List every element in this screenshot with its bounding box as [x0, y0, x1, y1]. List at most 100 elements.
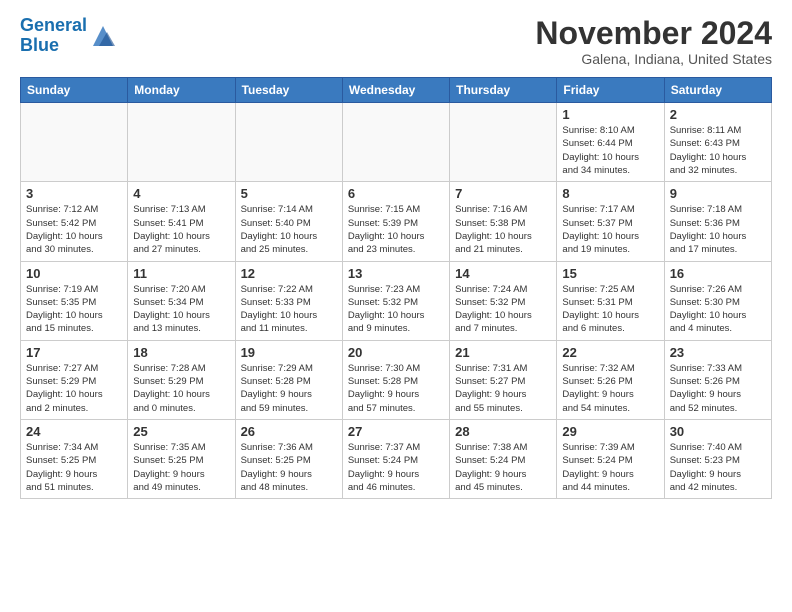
- day-number: 11: [133, 266, 229, 281]
- weekday-header-tuesday: Tuesday: [235, 78, 342, 103]
- day-info: Sunrise: 7:35 AM Sunset: 5:25 PM Dayligh…: [133, 441, 229, 494]
- weekday-header-friday: Friday: [557, 78, 664, 103]
- month-title: November 2024: [535, 16, 772, 51]
- location: Galena, Indiana, United States: [535, 51, 772, 67]
- day-info: Sunrise: 7:30 AM Sunset: 5:28 PM Dayligh…: [348, 362, 444, 415]
- day-info: Sunrise: 7:18 AM Sunset: 5:36 PM Dayligh…: [670, 203, 766, 256]
- day-number: 1: [562, 107, 658, 122]
- calendar-cell: 23 Sunrise: 7:33 AM Sunset: 5:26 PM Dayli…: [664, 340, 771, 419]
- calendar-cell: [235, 103, 342, 182]
- calendar-cell: 5 Sunrise: 7:14 AM Sunset: 5:40 PM Daylig…: [235, 182, 342, 261]
- calendar-cell: 28Sunrise: 7:38 AM Sunset: 5:24 PM Dayli…: [450, 419, 557, 498]
- calendar-cell: 14Sunrise: 7:24 AM Sunset: 5:32 PM Dayli…: [450, 261, 557, 340]
- day-info: Sunrise: 7:15 AM Sunset: 5:39 PM Dayligh…: [348, 203, 444, 256]
- day-number: 27: [348, 424, 444, 439]
- calendar-cell: [128, 103, 235, 182]
- day-number: 8: [562, 186, 658, 201]
- day-info: Sunrise: 7:24 AM Sunset: 5:32 PM Dayligh…: [455, 283, 551, 336]
- weekday-header-wednesday: Wednesday: [342, 78, 449, 103]
- calendar-cell: 25 Sunrise: 7:35 AM Sunset: 5:25 PM Dayli…: [128, 419, 235, 498]
- day-number: 25: [133, 424, 229, 439]
- day-info: Sunrise: 7:16 AM Sunset: 5:38 PM Dayligh…: [455, 203, 551, 256]
- calendar-cell: [342, 103, 449, 182]
- day-number: 29: [562, 424, 658, 439]
- title-block: November 2024 Galena, Indiana, United St…: [535, 16, 772, 67]
- calendar-cell: 1 Sunrise: 8:10 AM Sunset: 6:44 PM Daylig…: [557, 103, 664, 182]
- day-info: Sunrise: 7:33 AM Sunset: 5:26 PM Dayligh…: [670, 362, 766, 415]
- calendar-cell: 29 Sunrise: 7:39 AM Sunset: 5:24 PM Dayli…: [557, 419, 664, 498]
- calendar-cell: 13 Sunrise: 7:23 AM Sunset: 5:32 PM Dayli…: [342, 261, 449, 340]
- calendar-cell: 19 Sunrise: 7:29 AM Sunset: 5:28 PM Dayli…: [235, 340, 342, 419]
- calendar-cell: 20 Sunrise: 7:30 AM Sunset: 5:28 PM Dayli…: [342, 340, 449, 419]
- calendar-week-2: 3 Sunrise: 7:12 AM Sunset: 5:42 PM Daylig…: [21, 182, 772, 261]
- day-info: Sunrise: 7:32 AM Sunset: 5:26 PM Dayligh…: [562, 362, 658, 415]
- calendar-cell: 6Sunrise: 7:15 AM Sunset: 5:39 PM Daylig…: [342, 182, 449, 261]
- day-info: Sunrise: 7:40 AM Sunset: 5:23 PM Dayligh…: [670, 441, 766, 494]
- page: General Blue November 2024 Galena, India…: [0, 0, 792, 515]
- day-info: Sunrise: 7:17 AM Sunset: 5:37 PM Dayligh…: [562, 203, 658, 256]
- day-info: Sunrise: 8:11 AM Sunset: 6:43 PM Dayligh…: [670, 124, 766, 177]
- weekday-header-monday: Monday: [128, 78, 235, 103]
- day-info: Sunrise: 7:27 AM Sunset: 5:29 PM Dayligh…: [26, 362, 122, 415]
- logo-blue: Blue: [20, 35, 59, 55]
- calendar-cell: 4 Sunrise: 7:13 AM Sunset: 5:41 PM Daylig…: [128, 182, 235, 261]
- day-number: 21: [455, 345, 551, 360]
- calendar-cell: 15 Sunrise: 7:25 AM Sunset: 5:31 PM Dayli…: [557, 261, 664, 340]
- day-number: 16: [670, 266, 766, 281]
- day-info: Sunrise: 7:20 AM Sunset: 5:34 PM Dayligh…: [133, 283, 229, 336]
- day-number: 22: [562, 345, 658, 360]
- calendar-cell: 3 Sunrise: 7:12 AM Sunset: 5:42 PM Daylig…: [21, 182, 128, 261]
- day-number: 7: [455, 186, 551, 201]
- logo-general: General: [20, 15, 87, 35]
- calendar-cell: [21, 103, 128, 182]
- day-info: Sunrise: 7:37 AM Sunset: 5:24 PM Dayligh…: [348, 441, 444, 494]
- day-number: 19: [241, 345, 337, 360]
- calendar-cell: 16 Sunrise: 7:26 AM Sunset: 5:30 PM Dayli…: [664, 261, 771, 340]
- day-number: 3: [26, 186, 122, 201]
- calendar-cell: 10Sunrise: 7:19 AM Sunset: 5:35 PM Dayli…: [21, 261, 128, 340]
- day-info: Sunrise: 7:13 AM Sunset: 5:41 PM Dayligh…: [133, 203, 229, 256]
- day-number: 5: [241, 186, 337, 201]
- day-info: Sunrise: 7:29 AM Sunset: 5:28 PM Dayligh…: [241, 362, 337, 415]
- day-number: 4: [133, 186, 229, 201]
- day-info: Sunrise: 7:26 AM Sunset: 5:30 PM Dayligh…: [670, 283, 766, 336]
- day-info: Sunrise: 7:12 AM Sunset: 5:42 PM Dayligh…: [26, 203, 122, 256]
- calendar-cell: 8 Sunrise: 7:17 AM Sunset: 5:37 PM Daylig…: [557, 182, 664, 261]
- calendar-cell: [450, 103, 557, 182]
- day-number: 18: [133, 345, 229, 360]
- calendar-week-5: 24Sunrise: 7:34 AM Sunset: 5:25 PM Dayli…: [21, 419, 772, 498]
- weekday-header-sunday: Sunday: [21, 78, 128, 103]
- day-number: 20: [348, 345, 444, 360]
- day-info: Sunrise: 8:10 AM Sunset: 6:44 PM Dayligh…: [562, 124, 658, 177]
- day-info: Sunrise: 7:23 AM Sunset: 5:32 PM Dayligh…: [348, 283, 444, 336]
- calendar-week-3: 10Sunrise: 7:19 AM Sunset: 5:35 PM Dayli…: [21, 261, 772, 340]
- logo-icon: [89, 22, 117, 50]
- day-info: Sunrise: 7:36 AM Sunset: 5:25 PM Dayligh…: [241, 441, 337, 494]
- calendar-cell: 24Sunrise: 7:34 AM Sunset: 5:25 PM Dayli…: [21, 419, 128, 498]
- day-number: 23: [670, 345, 766, 360]
- day-info: Sunrise: 7:39 AM Sunset: 5:24 PM Dayligh…: [562, 441, 658, 494]
- calendar-cell: 11 Sunrise: 7:20 AM Sunset: 5:34 PM Dayli…: [128, 261, 235, 340]
- weekday-header-saturday: Saturday: [664, 78, 771, 103]
- calendar-week-1: 1 Sunrise: 8:10 AM Sunset: 6:44 PM Daylig…: [21, 103, 772, 182]
- calendar-cell: 21Sunrise: 7:31 AM Sunset: 5:27 PM Dayli…: [450, 340, 557, 419]
- day-number: 9: [670, 186, 766, 201]
- calendar-cell: 30 Sunrise: 7:40 AM Sunset: 5:23 PM Dayli…: [664, 419, 771, 498]
- calendar-cell: 12Sunrise: 7:22 AM Sunset: 5:33 PM Dayli…: [235, 261, 342, 340]
- day-number: 10: [26, 266, 122, 281]
- day-number: 30: [670, 424, 766, 439]
- day-number: 28: [455, 424, 551, 439]
- calendar-week-4: 17Sunrise: 7:27 AM Sunset: 5:29 PM Dayli…: [21, 340, 772, 419]
- calendar-cell: 18 Sunrise: 7:28 AM Sunset: 5:29 PM Dayli…: [128, 340, 235, 419]
- day-info: Sunrise: 7:14 AM Sunset: 5:40 PM Dayligh…: [241, 203, 337, 256]
- day-number: 15: [562, 266, 658, 281]
- calendar-cell: 22 Sunrise: 7:32 AM Sunset: 5:26 PM Dayli…: [557, 340, 664, 419]
- day-info: Sunrise: 7:25 AM Sunset: 5:31 PM Dayligh…: [562, 283, 658, 336]
- calendar-header-row: SundayMondayTuesdayWednesdayThursdayFrid…: [21, 78, 772, 103]
- logo-text: General Blue: [20, 16, 87, 56]
- day-number: 12: [241, 266, 337, 281]
- day-number: 24: [26, 424, 122, 439]
- calendar-cell: 7 Sunrise: 7:16 AM Sunset: 5:38 PM Daylig…: [450, 182, 557, 261]
- day-info: Sunrise: 7:28 AM Sunset: 5:29 PM Dayligh…: [133, 362, 229, 415]
- day-number: 13: [348, 266, 444, 281]
